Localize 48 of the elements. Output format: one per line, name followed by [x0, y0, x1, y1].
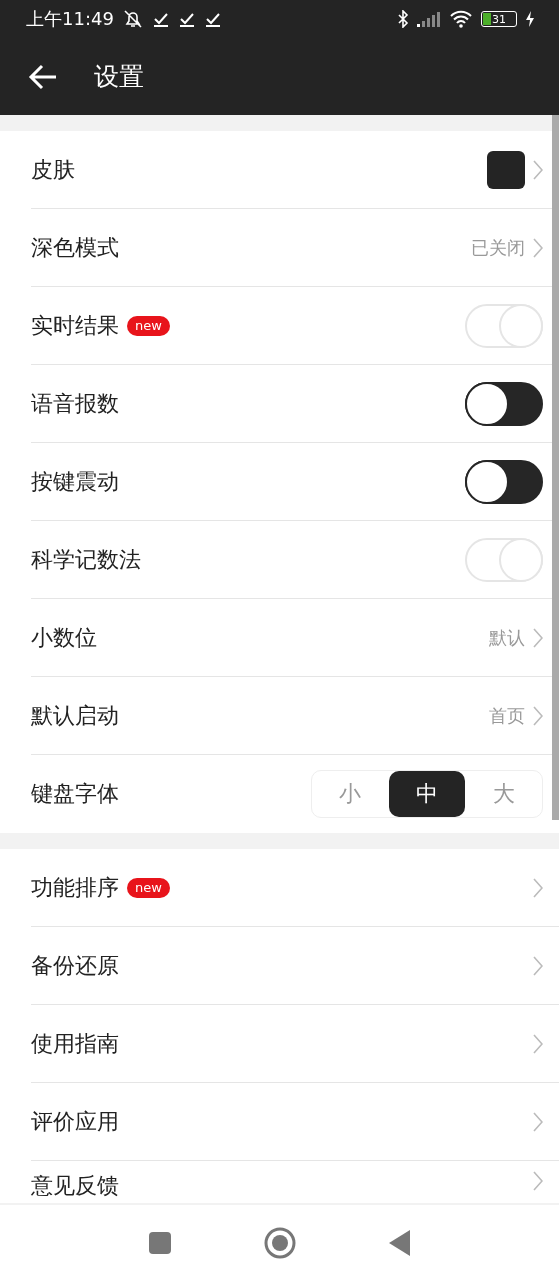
font-size-option[interactable]: 大 — [465, 771, 542, 817]
signal-icon — [417, 11, 441, 27]
setting-label: 意见反馈 — [31, 1172, 119, 1200]
chevron-right-icon — [533, 159, 543, 180]
setting-label: 键盘字体 — [31, 780, 119, 808]
chevron-right-icon — [533, 705, 543, 726]
setting-value: 首页 — [489, 703, 525, 728]
chevron-right-icon — [533, 955, 543, 976]
setting-value: 已关闭 — [471, 235, 525, 260]
chevron-right-icon — [533, 237, 543, 258]
back-icon[interactable] — [28, 63, 58, 90]
toggle-switch[interactable] — [465, 381, 543, 426]
chevron-right-icon — [533, 627, 543, 648]
setting-label: 皮肤 — [31, 155, 75, 184]
check-icon — [203, 11, 222, 27]
bell-muted-icon — [121, 9, 144, 29]
home-icon[interactable] — [263, 1226, 296, 1259]
lightning-icon — [525, 11, 535, 27]
wifi-icon — [449, 10, 473, 28]
toggle-switch[interactable] — [465, 459, 543, 504]
setting-label: 语音报数 — [31, 389, 119, 418]
setting-label: 科学记数法 — [31, 545, 141, 574]
new-badge: new — [127, 877, 170, 898]
setting-label: 按键震动 — [31, 467, 119, 496]
chevron-right-icon — [533, 877, 543, 898]
setting-label: 实时结果 — [31, 311, 119, 340]
setting-label: 评价应用 — [31, 1107, 119, 1136]
setting-label: 备份还原 — [31, 951, 119, 980]
setting-label: 功能排序 — [31, 873, 119, 902]
setting-label: 使用指南 — [31, 1029, 119, 1058]
new-badge: new — [127, 315, 170, 336]
page-title: 设置 — [94, 61, 144, 93]
check-icon — [177, 11, 196, 27]
chevron-right-icon — [533, 1111, 543, 1132]
setting-label: 深色模式 — [31, 233, 119, 262]
check-icon — [151, 11, 170, 27]
setting-label: 小数位 — [31, 623, 97, 652]
chevron-right-icon — [533, 1033, 543, 1054]
setting-label: 默认启动 — [31, 701, 119, 730]
status-time: 上午11:49 — [26, 7, 114, 31]
setting-value: 默认 — [489, 625, 525, 650]
bluetooth-icon — [397, 10, 409, 28]
recents-icon[interactable] — [147, 1230, 172, 1255]
chevron-right-icon — [533, 1171, 543, 1191]
battery-icon: 31 — [481, 11, 517, 27]
font-size-option[interactable]: 中 — [388, 771, 466, 817]
skin-swatch[interactable] — [487, 150, 525, 189]
font-size-option[interactable]: 小 — [312, 771, 389, 817]
